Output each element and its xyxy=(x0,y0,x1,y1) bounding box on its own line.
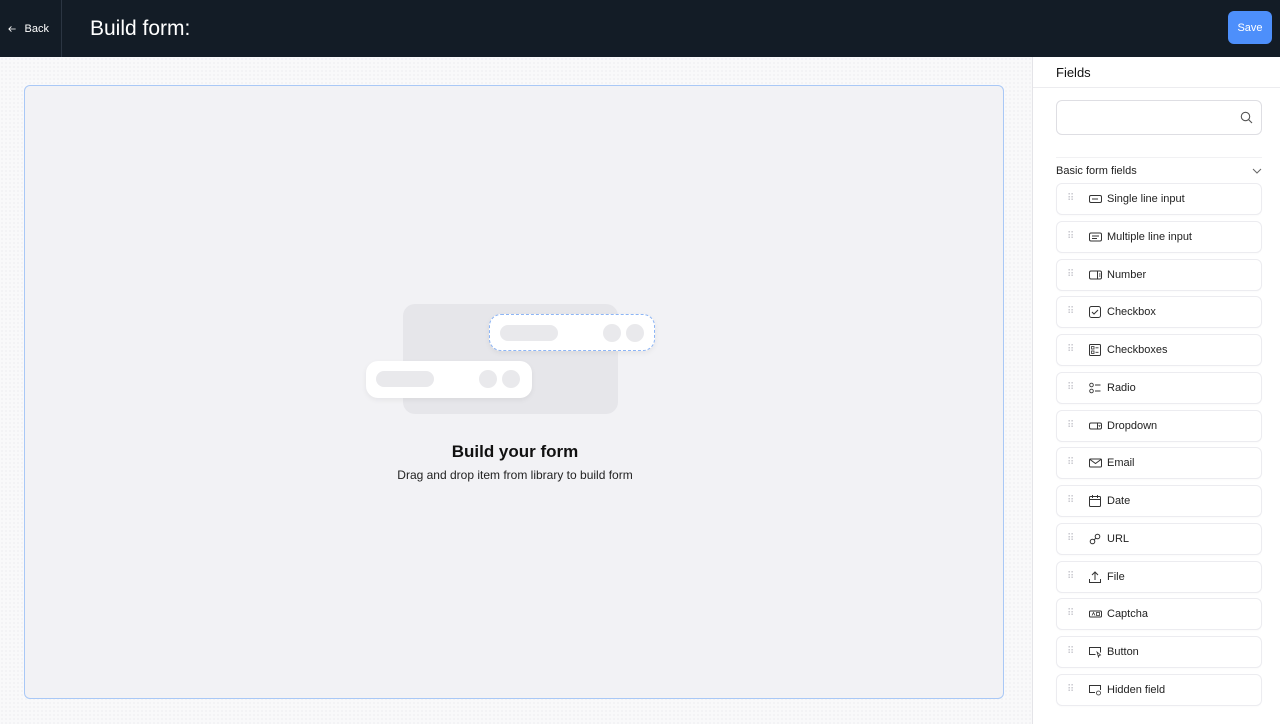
field-single-line-input[interactable]: ⠿ Single line input xyxy=(1056,183,1262,215)
field-file[interactable]: ⠿ File xyxy=(1056,560,1262,593)
upload-icon xyxy=(1088,570,1102,584)
email-icon xyxy=(1088,456,1102,470)
field-label: Hidden field xyxy=(1107,683,1166,696)
illustration-card xyxy=(489,314,655,351)
chevron-down-icon xyxy=(1252,168,1262,174)
divider xyxy=(1033,87,1280,88)
field-search xyxy=(1056,100,1262,135)
field-label: Dropdown xyxy=(1107,419,1158,432)
button-icon xyxy=(1088,645,1102,659)
field-radio[interactable]: ⠿ Radio xyxy=(1056,371,1262,404)
radio-icon xyxy=(1088,381,1102,395)
drag-handle-icon[interactable]: ⠿ xyxy=(1067,458,1077,468)
drag-handle-icon[interactable]: ⠿ xyxy=(1067,345,1077,355)
field-label: Button xyxy=(1107,646,1139,658)
field-label: Email xyxy=(1107,457,1135,470)
field-label: Date xyxy=(1107,495,1131,507)
drag-handle-icon[interactable]: ⠿ xyxy=(1067,496,1077,506)
field-label: Checkbox xyxy=(1107,306,1156,319)
field-number[interactable]: ⠿ Number xyxy=(1056,258,1262,291)
drag-handle-icon[interactable]: ⠿ xyxy=(1067,382,1077,393)
field-label: URL xyxy=(1107,532,1130,545)
drag-handle-icon[interactable]: ⠿ xyxy=(1067,307,1077,317)
drag-handle-icon[interactable]: ⠿ xyxy=(1067,420,1077,431)
field-label: File xyxy=(1107,570,1125,583)
field-label: Captcha xyxy=(1107,608,1148,621)
search-icon[interactable] xyxy=(1240,111,1253,124)
multiple-line-input-icon xyxy=(1088,230,1102,244)
empty-state-subtitle: Drag and drop item from library to build… xyxy=(397,468,633,482)
form-drop-zone[interactable]: Build your form Drag and drop item from … xyxy=(24,85,1004,699)
field-label: Single line input xyxy=(1107,193,1185,205)
calendar-icon xyxy=(1088,494,1102,508)
field-checkbox[interactable]: ⠿ Checkbox xyxy=(1056,296,1262,329)
page-title: Build form: xyxy=(90,16,191,40)
arrow-left-icon xyxy=(8,25,16,32)
empty-state-title: Build your form xyxy=(451,442,579,461)
field-label: Radio xyxy=(1107,381,1136,394)
checkboxes-icon xyxy=(1088,343,1102,357)
field-url[interactable]: ⠿ URL xyxy=(1056,522,1262,555)
drag-handle-icon[interactable]: ⠿ xyxy=(1067,533,1077,544)
search-input[interactable] xyxy=(1065,101,1235,134)
form-canvas: Build your form Drag and drop item from … xyxy=(0,57,1032,724)
field-email[interactable]: ⠿ Email xyxy=(1056,447,1262,480)
drag-handle-icon[interactable]: ⠿ xyxy=(1067,571,1077,582)
drag-handle-icon[interactable]: ⠿ xyxy=(1067,609,1077,619)
section-title: Basic form fields xyxy=(1056,164,1137,177)
field-checkboxes[interactable]: ⠿ Checkboxes xyxy=(1056,334,1262,366)
field-dropdown[interactable]: ⠿ Dropdown xyxy=(1056,409,1262,442)
hidden-field-icon xyxy=(1088,683,1102,697)
drag-handle-icon[interactable]: ⠿ xyxy=(1067,684,1077,695)
dropdown-icon xyxy=(1088,419,1102,433)
panel-title: Fields xyxy=(1056,65,1091,80)
single-line-input-icon xyxy=(1088,192,1102,206)
top-bar: Back Build form: Save xyxy=(0,0,1280,57)
field-label: Number xyxy=(1107,268,1147,281)
field-label: Checkboxes xyxy=(1107,344,1168,356)
number-icon xyxy=(1088,268,1102,282)
section-basic-form-fields[interactable]: Basic form fields xyxy=(1056,157,1262,183)
captcha-icon xyxy=(1088,607,1102,621)
fields-panel: Fields Basic form fields ⠿ Single line i… xyxy=(1032,57,1280,724)
drag-handle-icon[interactable]: ⠿ xyxy=(1067,194,1077,204)
drag-handle-icon[interactable]: ⠿ xyxy=(1067,231,1077,242)
field-captcha[interactable]: ⠿ Captcha xyxy=(1056,598,1262,631)
field-list: ⠿ Single line input ⠿ Multiple line inpu… xyxy=(1056,183,1262,712)
checkbox-icon xyxy=(1088,305,1102,319)
field-date[interactable]: ⠿ Date xyxy=(1056,485,1262,517)
link-icon xyxy=(1088,532,1102,546)
field-label: Multiple line input xyxy=(1107,230,1192,243)
field-hidden-field[interactable]: ⠿ Hidden field xyxy=(1056,673,1262,706)
field-button[interactable]: ⠿ Button xyxy=(1056,636,1262,668)
back-button[interactable]: Back xyxy=(0,0,62,57)
back-label: Back xyxy=(24,22,49,35)
illustration-card xyxy=(366,361,532,398)
drag-handle-icon[interactable]: ⠿ xyxy=(1067,269,1077,280)
field-multiple-line-input[interactable]: ⠿ Multiple line input xyxy=(1056,220,1262,253)
save-button[interactable]: Save xyxy=(1228,11,1272,44)
drag-handle-icon[interactable]: ⠿ xyxy=(1067,647,1077,657)
